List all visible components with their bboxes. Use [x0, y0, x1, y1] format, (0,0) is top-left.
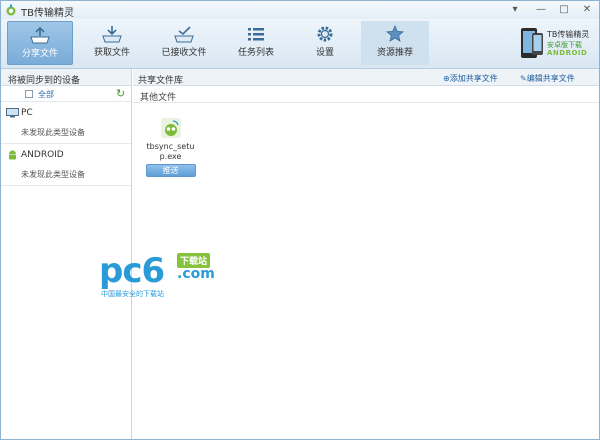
watermark-suffix: .com: [177, 266, 215, 282]
monitor-icon: [6, 108, 19, 118]
promo-brand: ANDROID: [547, 49, 588, 57]
phone-icon: [521, 28, 543, 58]
select-all-label[interactable]: 全部: [38, 89, 54, 100]
add-shared-file-label: 添加共享文件: [449, 74, 498, 83]
tab-received-files[interactable]: 已接收文件: [151, 21, 217, 65]
device-group-pc[interactable]: PC 未发现此类型设备: [1, 102, 131, 144]
edit-shared-file-link[interactable]: ✎编辑共享文件: [520, 73, 575, 84]
received-tray-icon: [174, 26, 194, 43]
device-empty-text: 未发现此类型设备: [21, 128, 85, 137]
pc6-watermark: pc6 下载站 .com 中国最安全的下载站: [99, 251, 229, 301]
tbsync-app-icon: [160, 118, 181, 138]
shared-library-title: 共享文件库: [138, 76, 184, 86]
device-group-name: PC: [21, 108, 33, 118]
main-toolbar: 分享文件 获取文件 已接收文件 任务列表 设置 资源推荐 TB传输精灵 安卓版下…: [1, 19, 599, 69]
menu-dropdown-icon[interactable]: ▾: [507, 3, 523, 17]
push-button[interactable]: 推送: [145, 164, 196, 177]
device-group-android[interactable]: ANDROID 未发现此类型设备: [1, 144, 131, 186]
shared-library-header: 共享文件库 ⊕添加共享文件 ✎编辑共享文件: [133, 69, 599, 86]
minimize-button[interactable]: —: [533, 3, 549, 17]
app-icon: [6, 4, 16, 16]
window-title: TB传输精灵: [21, 8, 74, 19]
section-other-files: 其他文件: [133, 86, 599, 103]
android-icon: [9, 150, 16, 160]
promo-title: TB传输精灵: [547, 30, 590, 39]
title-bar: TB传输精灵 ▾ — □ ✕: [1, 1, 599, 19]
file-name: tbsync_setup.exe: [146, 142, 195, 161]
select-all-checkbox[interactable]: [25, 90, 33, 98]
select-all-row: 全部 ↻: [1, 86, 131, 102]
add-shared-file-link[interactable]: ⊕添加共享文件: [443, 73, 498, 84]
tab-share-files[interactable]: 分享文件: [7, 21, 73, 65]
tab-task-list[interactable]: 任务列表: [223, 21, 289, 65]
device-empty-text: 未发现此类型设备: [21, 170, 85, 179]
refresh-icon[interactable]: ↻: [116, 87, 125, 100]
close-button[interactable]: ✕: [579, 3, 595, 17]
tab-label: 任务列表: [237, 48, 274, 58]
android-download-promo[interactable]: TB传输精灵 安卓版下载 ANDROID: [520, 27, 596, 61]
share-tray-icon: [30, 26, 50, 44]
tab-label: 分享文件: [21, 49, 58, 59]
list-icon: [248, 28, 264, 41]
tab-label: 已接收文件: [161, 48, 207, 58]
maximize-button[interactable]: □: [556, 3, 572, 17]
star-icon: [385, 25, 405, 42]
plus-circle-icon: ⊕: [443, 74, 450, 83]
tab-get-files[interactable]: 获取文件: [79, 21, 145, 65]
tab-label: 资源推荐: [376, 48, 413, 58]
watermark-slogan: 中国最安全的下载站: [101, 290, 164, 298]
edit-shared-file-label: 编辑共享文件: [526, 74, 575, 83]
gear-icon: [317, 26, 333, 42]
app-window: TB传输精灵 ▾ — □ ✕ 分享文件 获取文件 已接收文件 任务列表 设置 资…: [0, 0, 600, 440]
tab-resource-recommend[interactable]: 资源推荐: [361, 21, 429, 65]
file-item[interactable]: tbsync_setup.exe 推送: [143, 117, 198, 177]
tab-label: 设置: [315, 48, 334, 58]
tab-settings[interactable]: 设置: [292, 21, 358, 65]
watermark-main: pc6: [99, 251, 165, 291]
download-tray-icon: [102, 26, 122, 43]
tab-label: 获取文件: [93, 48, 130, 58]
device-panel-header: 将被同步到的设备: [1, 69, 131, 86]
device-group-name: ANDROID: [21, 150, 64, 160]
wrench-icon: ✎: [520, 74, 527, 83]
